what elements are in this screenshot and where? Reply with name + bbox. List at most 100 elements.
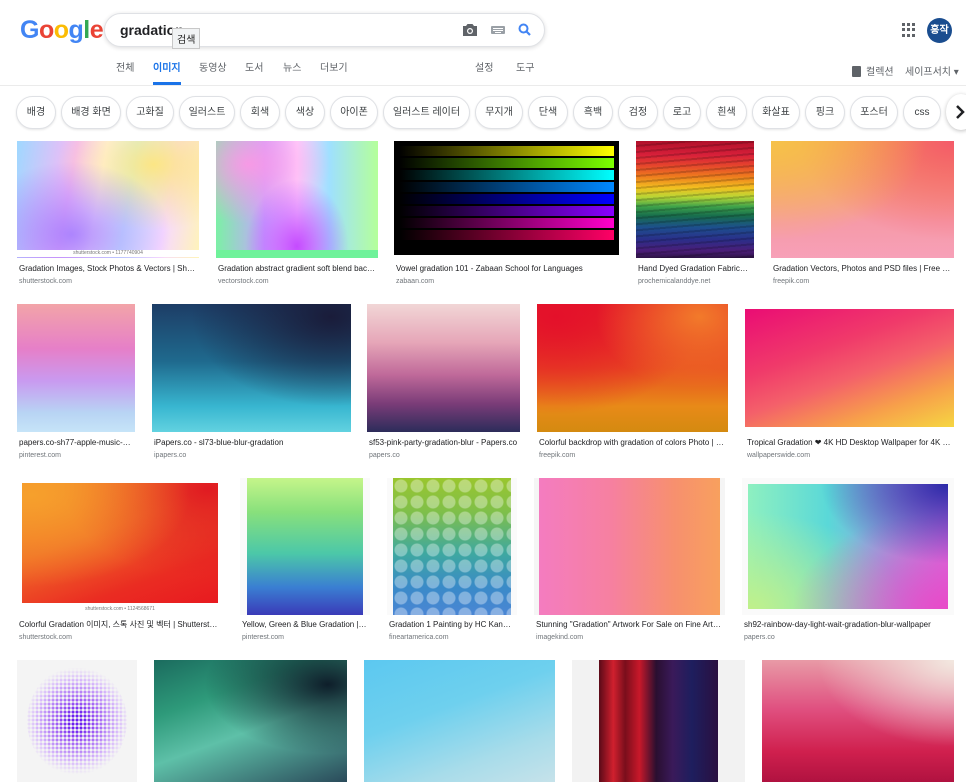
- image-result[interactable]: Colorful backdrop with gradation of colo…: [537, 304, 728, 460]
- result-caption[interactable]: Gradation abstract gradient soft blend b…: [218, 264, 376, 274]
- result-thumbnail[interactable]: [771, 141, 954, 258]
- result-caption[interactable]: Vowel gradation 101 - Zabaan School for …: [396, 264, 611, 274]
- image-result[interactable]: [17, 660, 137, 782]
- chip[interactable]: 핑크: [805, 96, 845, 129]
- result-source: shutterstock.com: [19, 278, 72, 285]
- result-caption[interactable]: Tropical Gradation ❤ 4K HD Desktop Wallp…: [747, 438, 952, 448]
- chip[interactable]: 무지개: [475, 96, 523, 129]
- keyboard-icon[interactable]: [489, 22, 507, 38]
- chip[interactable]: 색상: [285, 96, 325, 129]
- related-chips-bar: 배경 배경 화면 고화질 일러스트 회색 색상 아이폰 일러스트 레이터 무지개…: [0, 96, 966, 130]
- chip[interactable]: 배경: [16, 96, 56, 129]
- apps-grid-icon[interactable]: [902, 23, 916, 37]
- tab-books[interactable]: 도서: [245, 63, 263, 85]
- result-thumbnail[interactable]: [534, 478, 725, 615]
- image-result[interactable]: [572, 660, 745, 782]
- image-result[interactable]: Vowel gradation 101 - Zabaan School for …: [394, 141, 619, 287]
- collections-link[interactable]: 컬렉션: [852, 63, 894, 78]
- account-avatar[interactable]: 홍작: [927, 18, 952, 43]
- result-thumbnail[interactable]: [367, 304, 520, 432]
- google-logo[interactable]: Google: [20, 16, 104, 44]
- search-box[interactable]: gradation: [104, 13, 545, 47]
- image-result[interactable]: papers.co-sh77-apple-music-gradation pin…: [17, 304, 135, 460]
- result-caption[interactable]: Gradation 1 Painting by HC Kandinsky: [389, 620, 515, 630]
- result-thumbnail[interactable]: [745, 309, 954, 427]
- image-result[interactable]: [154, 660, 347, 782]
- chip[interactable]: 일러스트 레이터: [383, 96, 470, 129]
- tab-videos[interactable]: 동영상: [199, 63, 227, 85]
- chip[interactable]: 회색: [240, 96, 280, 129]
- tools-link[interactable]: 도구: [516, 63, 534, 85]
- result-thumbnail[interactable]: [394, 141, 619, 255]
- image-result[interactable]: Gradation Vectors, Photos and PSD files …: [771, 141, 954, 287]
- image-result[interactable]: [364, 660, 555, 782]
- result-thumbnail[interactable]: [742, 478, 954, 615]
- result-thumbnail[interactable]: [387, 478, 517, 615]
- result-caption[interactable]: Colorful Gradation 이미지, 스톡 사진 및 벡터 | Shu…: [19, 620, 221, 630]
- image-result[interactable]: shutterstock.com • 1177740904 Gradation …: [17, 141, 199, 287]
- result-caption[interactable]: Yellow, Green & Blue Gradation | Pintere…: [242, 620, 368, 630]
- image-result[interactable]: [762, 660, 954, 782]
- chip[interactable]: 아이폰: [330, 96, 378, 129]
- tab-all[interactable]: 전체: [116, 63, 134, 85]
- result-caption[interactable]: papers.co-sh77-apple-music-gradation: [19, 438, 133, 448]
- chip[interactable]: 검정: [618, 96, 658, 129]
- result-thumbnail[interactable]: [216, 141, 378, 258]
- result-source: fineartamerica.com: [389, 634, 449, 641]
- tab-more[interactable]: 더보기: [320, 63, 348, 85]
- chip[interactable]: css: [903, 96, 941, 129]
- result-thumbnail[interactable]: [17, 660, 137, 782]
- search-tabs-bar: 전체 이미지 동영상 도서 뉴스 더보기 설정 도구 컬렉션 세이프서치 ▾: [0, 63, 966, 85]
- chip[interactable]: 일러스트: [179, 96, 235, 129]
- chip[interactable]: 고화질: [126, 96, 174, 129]
- result-caption[interactable]: sf53-pink-party-gradation-blur - Papers.…: [369, 438, 518, 448]
- settings-link[interactable]: 설정: [475, 63, 493, 85]
- tab-news[interactable]: 뉴스: [283, 63, 301, 85]
- camera-icon[interactable]: [461, 22, 479, 38]
- result-source: papers.co: [369, 452, 400, 459]
- result-source: freepik.com: [539, 452, 576, 459]
- image-result[interactable]: sf53-pink-party-gradation-blur - Papers.…: [367, 304, 520, 460]
- result-thumbnail[interactable]: [152, 304, 351, 432]
- result-source: ipapers.co: [154, 452, 187, 459]
- chip[interactable]: 흑백: [573, 96, 613, 129]
- result-thumbnail[interactable]: [572, 660, 745, 782]
- result-caption[interactable]: Hand Dyed Gradation Fabric in Rainbow: [638, 264, 750, 274]
- chip[interactable]: 흰색: [706, 96, 747, 129]
- result-thumbnail[interactable]: [636, 141, 754, 258]
- result-thumbnail[interactable]: [537, 304, 728, 432]
- result-caption[interactable]: iPapers.co - sl73-blue-blur-gradation: [154, 438, 349, 448]
- chip[interactable]: 포스터: [850, 96, 898, 129]
- result-caption[interactable]: Colorful backdrop with gradation of colo…: [539, 438, 726, 448]
- image-result[interactable]: Tropical Gradation ❤ 4K HD Desktop Wallp…: [745, 309, 954, 460]
- search-icon[interactable]: [516, 22, 534, 38]
- result-thumbnail[interactable]: [154, 660, 347, 782]
- tab-images[interactable]: 이미지: [153, 63, 181, 85]
- result-caption[interactable]: Gradation Images, Stock Photos & Vectors…: [19, 264, 197, 274]
- result-source: wallpaperswide.com: [747, 452, 811, 459]
- image-result[interactable]: iPapers.co - sl73-blue-blur-gradation ip…: [152, 304, 351, 460]
- result-thumbnail[interactable]: shutterstock.com • 1124568671: [17, 478, 223, 614]
- result-caption[interactable]: sh92-rainbow-day-light-wait-gradation-bl…: [744, 620, 952, 630]
- chip[interactable]: 화살표: [752, 96, 800, 129]
- image-result[interactable]: Stunning "Gradation" Artwork For Sale on…: [534, 478, 725, 642]
- image-result[interactable]: shutterstock.com • 1124568671 Colorful G…: [17, 478, 223, 642]
- image-result[interactable]: Gradation abstract gradient soft blend b…: [216, 141, 378, 287]
- image-result[interactable]: Yellow, Green & Blue Gradation | Pintere…: [240, 478, 370, 642]
- image-result[interactable]: sh92-rainbow-day-light-wait-gradation-bl…: [742, 478, 954, 642]
- image-result[interactable]: Gradation 1 Painting by HC Kandinsky fin…: [387, 478, 517, 642]
- image-result[interactable]: Hand Dyed Gradation Fabric in Rainbow pr…: [636, 141, 754, 287]
- result-thumbnail[interactable]: [240, 478, 370, 615]
- result-caption[interactable]: Stunning "Gradation" Artwork For Sale on…: [536, 620, 723, 630]
- result-thumbnail[interactable]: [762, 660, 954, 782]
- result-thumbnail[interactable]: [17, 304, 135, 432]
- chip[interactable]: 단색: [528, 96, 568, 129]
- chip[interactable]: 로고: [663, 96, 701, 129]
- result-thumbnail[interactable]: [364, 660, 555, 782]
- chip[interactable]: 배경 화면: [61, 96, 121, 129]
- watermark: shutterstock.com • 1124568671: [17, 606, 223, 613]
- result-caption[interactable]: Gradation Vectors, Photos and PSD files …: [773, 264, 951, 274]
- result-source: imagekind.com: [536, 634, 584, 641]
- result-thumbnail[interactable]: shutterstock.com • 1177740904: [17, 141, 199, 258]
- safesearch-menu[interactable]: 세이프서치 ▾: [905, 63, 959, 78]
